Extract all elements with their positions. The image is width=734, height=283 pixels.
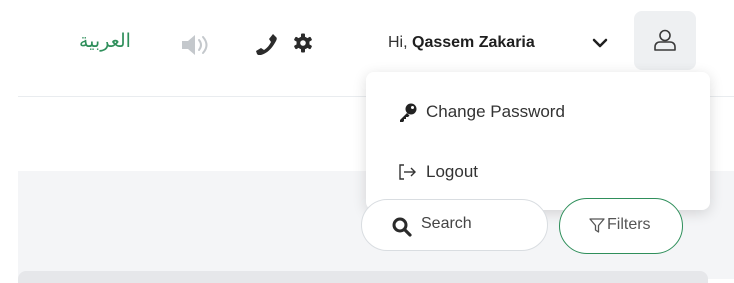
search-label: Search	[421, 215, 472, 232]
greeting-text: Hi,	[388, 34, 408, 51]
user-profile-button[interactable]	[634, 11, 696, 70]
key-icon	[400, 103, 417, 122]
filters-button[interactable]: Filters	[559, 198, 683, 254]
filter-icon	[589, 218, 605, 233]
speaker-icon[interactable]	[180, 33, 214, 62]
filters-label: Filters	[607, 216, 651, 233]
user-dropdown-menu: Change Password Logout	[366, 72, 710, 210]
logout-label: Logout	[426, 162, 478, 181]
change-password-menu-item[interactable]: Change Password	[398, 102, 565, 122]
gear-icon[interactable]	[293, 33, 313, 58]
chevron-down-icon[interactable]	[591, 36, 609, 55]
user-icon	[654, 29, 676, 51]
logout-icon	[399, 164, 416, 180]
user-name: Qassem Zakaria	[412, 34, 535, 51]
language-switch-link[interactable]: العربية	[79, 30, 131, 52]
logout-menu-item[interactable]: Logout	[398, 162, 478, 182]
user-greeting[interactable]: Hi, Qassem Zakaria	[388, 34, 535, 52]
phone-icon[interactable]	[256, 33, 278, 60]
table-header	[18, 271, 708, 283]
search-button[interactable]: Search	[361, 199, 548, 251]
change-password-label: Change Password	[426, 102, 565, 121]
search-icon	[392, 217, 412, 237]
